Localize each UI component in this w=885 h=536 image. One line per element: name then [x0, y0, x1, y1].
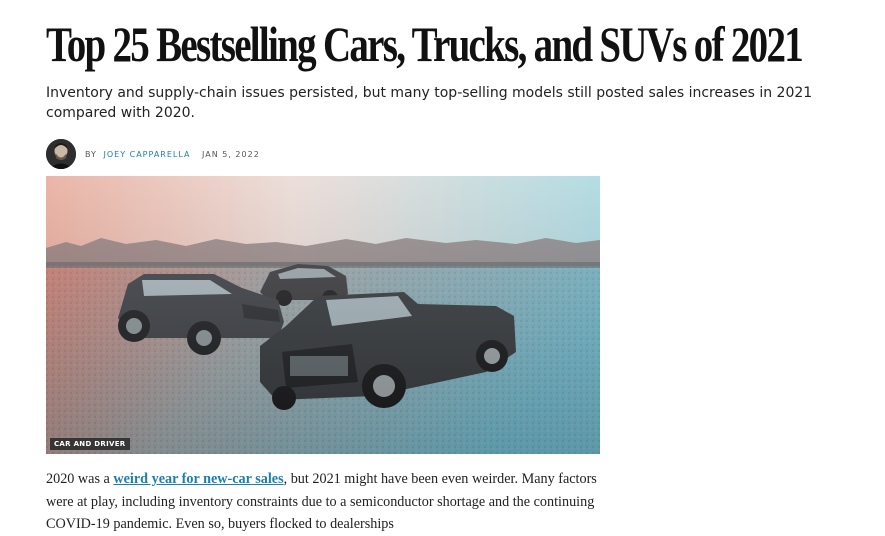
hero-vehicles-image [46, 176, 600, 454]
hero-image: CAR AND DRIVER [46, 176, 600, 454]
author-avatar[interactable] [46, 139, 76, 169]
article-body-paragraph: 2020 was a weird year for new-car sales,… [46, 468, 606, 536]
article-title: Top 25 Bestselling Cars, Trucks, and SUV… [46, 16, 804, 72]
article-dek: Inventory and supply-chain issues persis… [46, 85, 813, 121]
body-text-before-link: 2020 was a [46, 471, 114, 487]
byline-text: BY JOEY CAPPARELLA JAN 5, 2022 [85, 150, 260, 159]
weird-year-link[interactable]: weird year for new-car sales [113, 471, 283, 487]
publish-date: JAN 5, 2022 [202, 149, 260, 159]
byline: BY JOEY CAPPARELLA JAN 5, 2022 [46, 139, 260, 169]
byline-prefix: BY [85, 149, 97, 159]
image-credit: CAR AND DRIVER [50, 438, 130, 450]
author-portrait-icon [46, 139, 76, 169]
author-link[interactable]: JOEY CAPPARELLA [103, 150, 190, 159]
